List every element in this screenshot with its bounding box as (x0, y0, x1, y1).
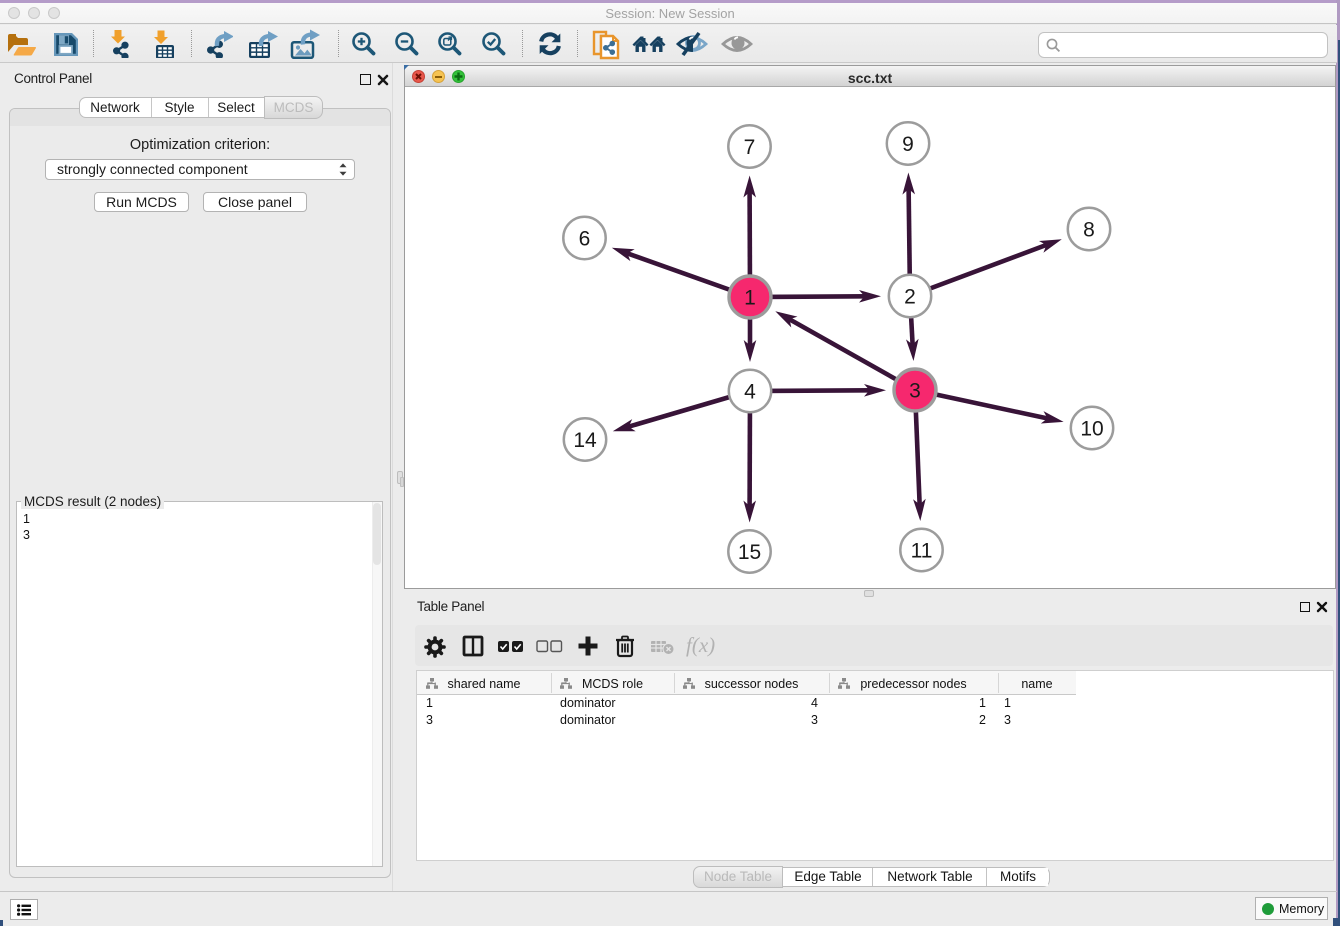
svg-text:14: 14 (573, 429, 597, 452)
svg-text:1: 1 (744, 287, 756, 310)
svg-text:11: 11 (911, 540, 933, 563)
svg-text:3: 3 (909, 380, 921, 403)
svg-text:10: 10 (1080, 418, 1103, 441)
svg-text:15: 15 (738, 541, 761, 564)
svg-text:2: 2 (904, 286, 916, 309)
svg-text:7: 7 (744, 136, 756, 159)
svg-text:4: 4 (744, 381, 756, 404)
svg-text:9: 9 (902, 133, 914, 156)
svg-text:8: 8 (1083, 219, 1095, 242)
svg-text:6: 6 (579, 228, 591, 251)
